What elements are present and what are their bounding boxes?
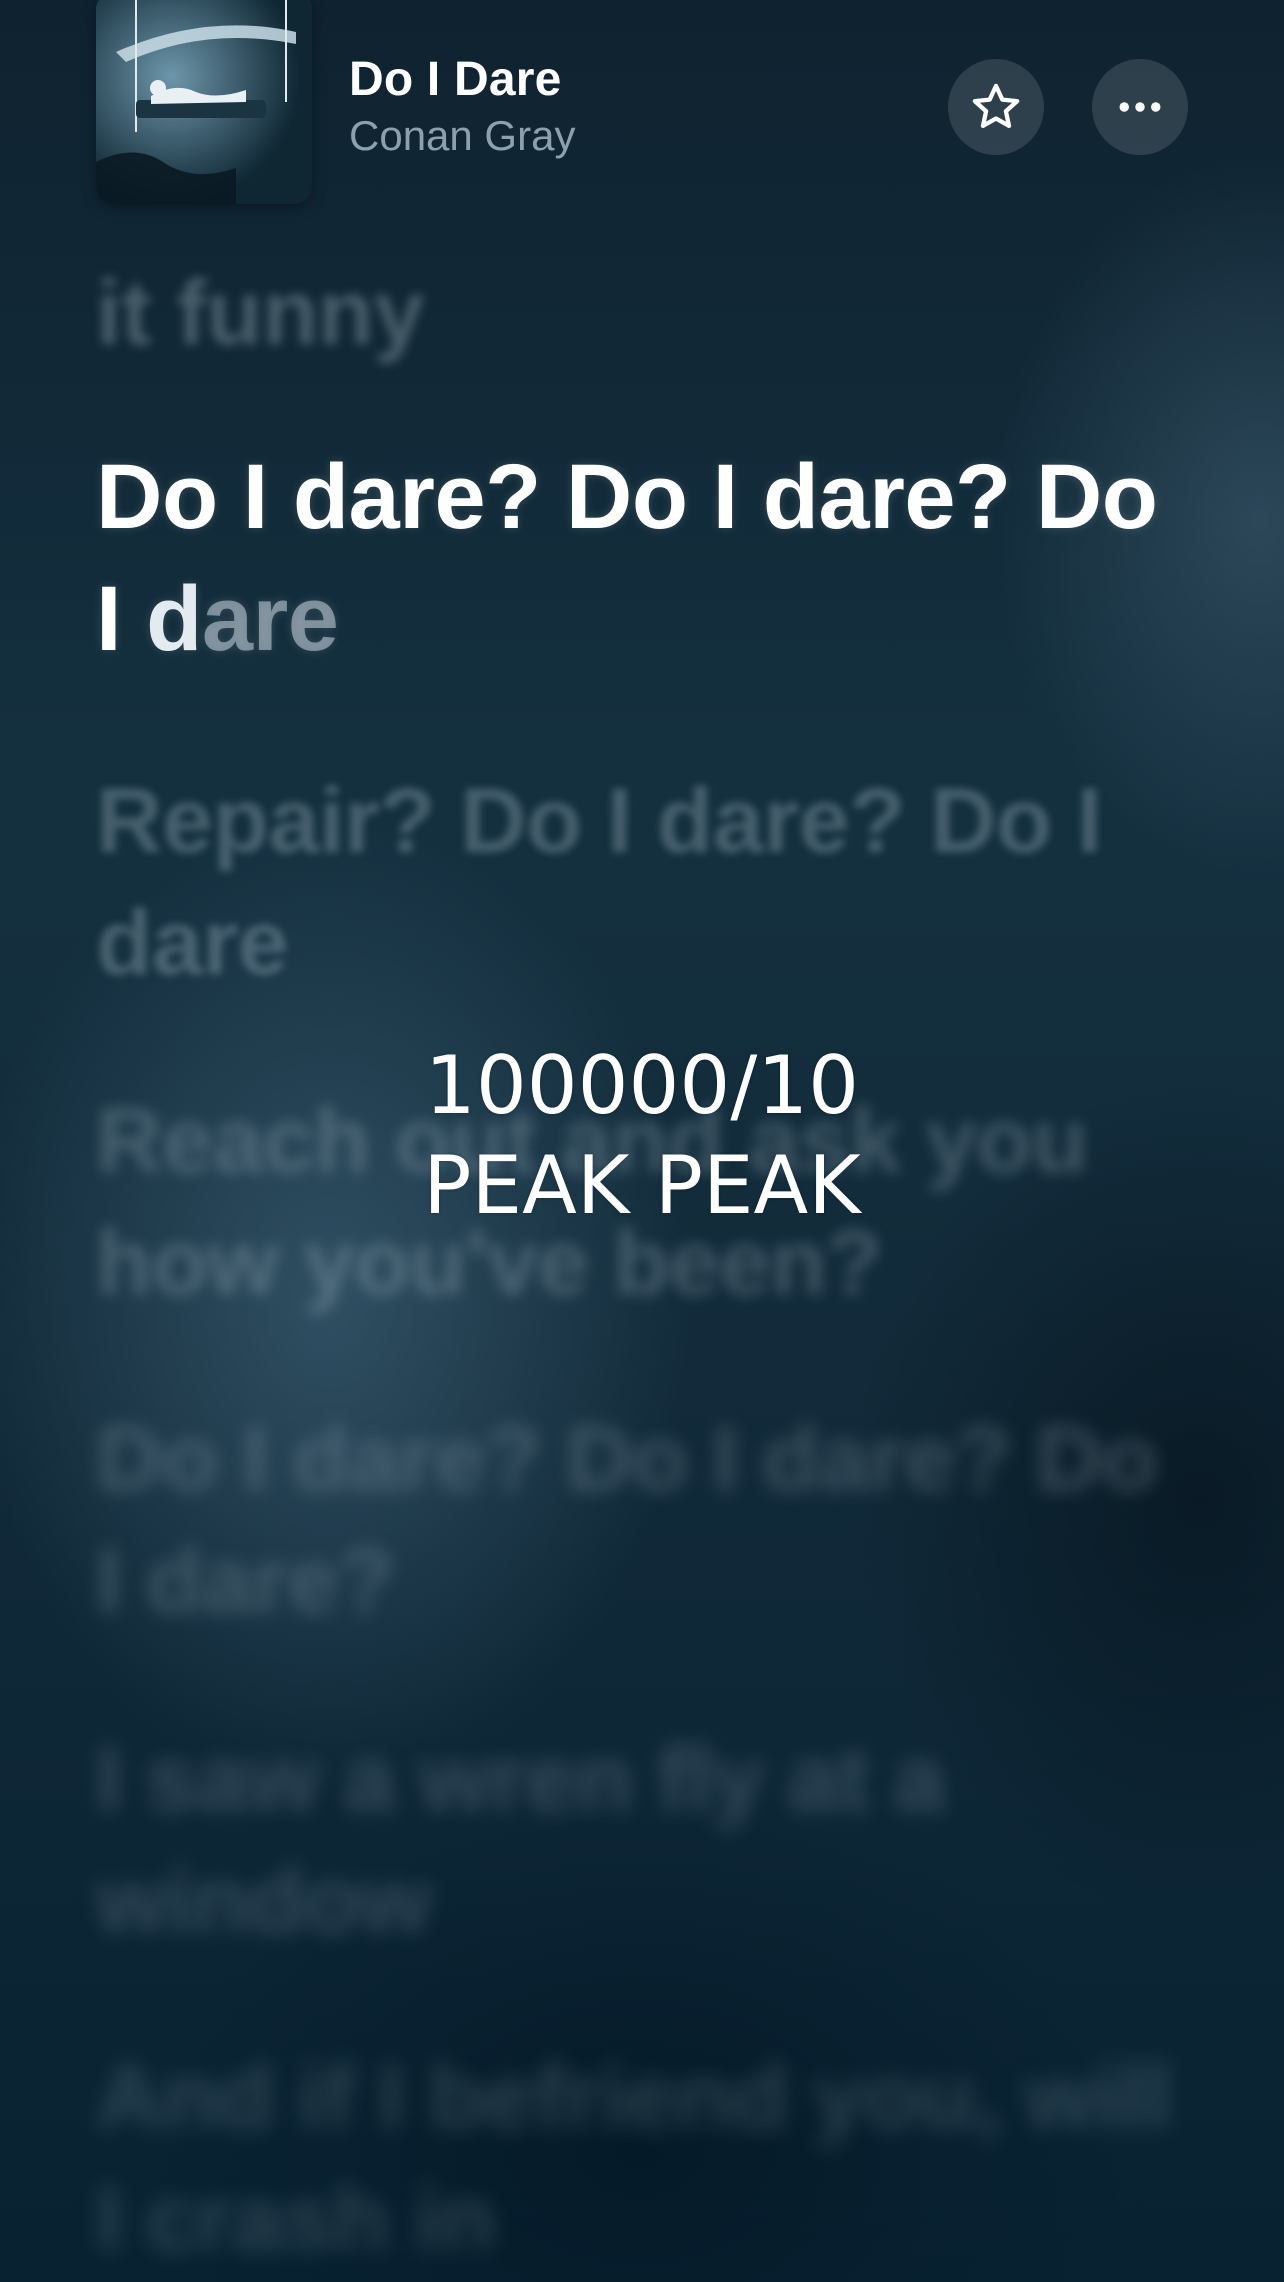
more-options-button[interactable] <box>1092 59 1188 155</box>
overlay-caption-line: PEAK PEAK <box>423 1139 861 1232</box>
star-outline-icon <box>972 83 1020 129</box>
overlay-caption: 100000/10 PEAK PEAK <box>0 1036 1284 1236</box>
lyric-upcoming-text: are <box>201 568 339 670</box>
lyric-line-next[interactable]: And if I befriend you, will I crash in <box>96 2036 1176 2280</box>
lyric-line-previous[interactable]: it funny <box>96 252 1176 374</box>
album-artwork[interactable] <box>96 0 312 204</box>
track-title: Do I Dare <box>349 53 562 106</box>
lyric-in-progress-text: d <box>146 568 202 670</box>
lyric-line-current[interactable]: Do I dare? Do I dare? Do I dare <box>96 436 1176 680</box>
lyric-line-next[interactable]: I saw a wren fly at a window <box>96 1718 1176 1962</box>
favorite-button[interactable] <box>948 59 1044 155</box>
lyric-line-next[interactable]: Do I dare? Do I dare? Do I dare? <box>96 1398 1176 1642</box>
track-artist[interactable]: Conan Gray <box>349 112 575 160</box>
lyric-line-next[interactable]: Repair? Do I dare? Do I dare <box>96 760 1176 1004</box>
now-playing-header: Do I Dare Conan Gray <box>0 0 1284 210</box>
ellipsis-icon <box>1119 102 1161 112</box>
overlay-caption-line: 100000/10 <box>424 1039 860 1132</box>
album-artwork-illustration <box>96 0 312 204</box>
